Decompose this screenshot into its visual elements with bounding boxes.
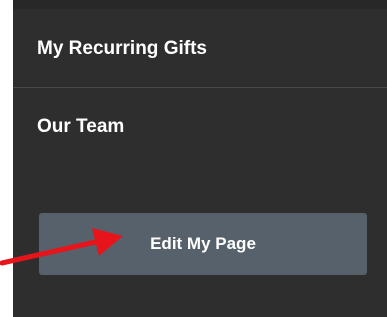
page-background — [0, 0, 13, 317]
account-menu-panel: My Recurring Gifts Our Team Edit My Page — [13, 0, 387, 317]
menu-item-our-team[interactable]: Our Team — [13, 89, 387, 169]
menu-top-edge — [13, 0, 387, 9]
menu-item-my-recurring-gifts[interactable]: My Recurring Gifts — [13, 9, 387, 88]
edit-my-page-button[interactable]: Edit My Page — [39, 213, 367, 275]
screenshot-stage: My Recurring Gifts Our Team Edit My Page — [0, 0, 387, 317]
